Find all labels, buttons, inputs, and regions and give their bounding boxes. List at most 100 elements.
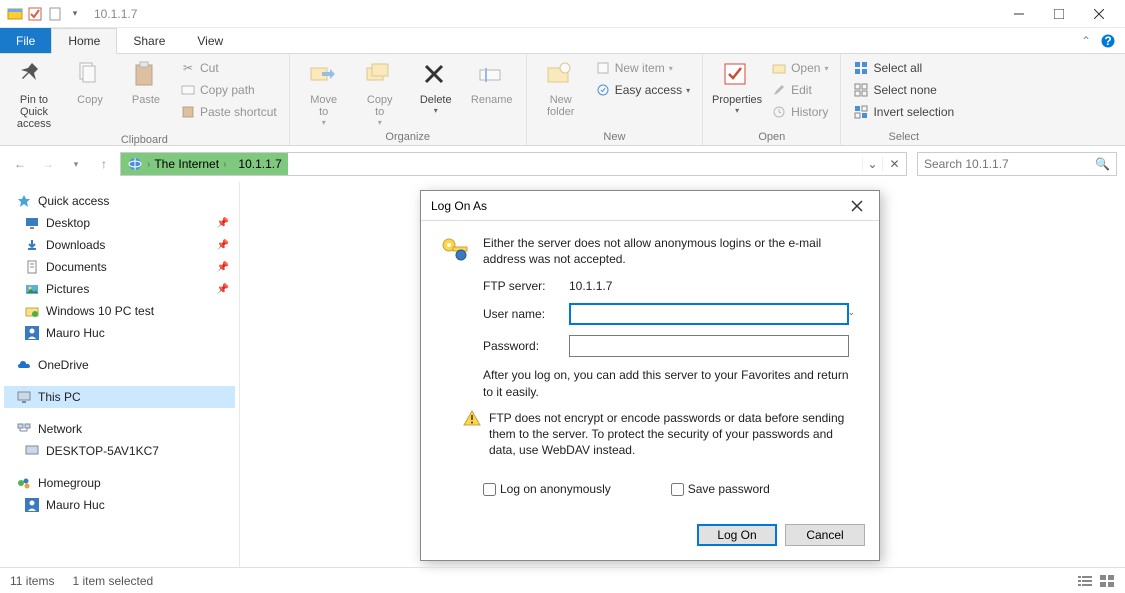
collapse-ribbon-icon[interactable]: ⌃ bbox=[1081, 34, 1091, 48]
sidebar-item-desktop[interactable]: Desktop📌 bbox=[4, 212, 235, 234]
search-icon[interactable]: 🔍 bbox=[1095, 157, 1110, 171]
logon-button[interactable]: Log On bbox=[697, 524, 777, 546]
rename-button[interactable]: Rename bbox=[466, 58, 518, 108]
cut-button[interactable]: ✂Cut bbox=[176, 58, 281, 78]
pin-icon: 📌 bbox=[217, 240, 229, 251]
minimize-button[interactable] bbox=[999, 0, 1039, 28]
sidebar-onedrive[interactable]: OneDrive bbox=[4, 354, 235, 376]
sidebar-quick-access[interactable]: Quick access bbox=[4, 190, 235, 212]
sidebar-this-pc[interactable]: This PC bbox=[4, 386, 235, 408]
save-password-checkbox[interactable]: Save password bbox=[671, 482, 770, 496]
search-box[interactable]: 🔍 bbox=[917, 152, 1117, 176]
edit-button[interactable]: Edit bbox=[767, 80, 832, 100]
ribbon-help: ⌃ ? bbox=[1081, 28, 1125, 53]
ribbon-tabs: File Home Share View ⌃ ? bbox=[0, 28, 1125, 54]
address-bar[interactable]: › The Internet › 10.1.1.7 ⌄ ✕ bbox=[120, 152, 907, 176]
invert-selection-button[interactable]: Invert selection bbox=[849, 102, 958, 122]
sidebar-homegroup[interactable]: Homegroup bbox=[4, 472, 235, 494]
user-icon bbox=[24, 325, 40, 341]
username-dropdown-icon[interactable]: ⌄ bbox=[847, 307, 855, 318]
address-root[interactable]: › The Internet › bbox=[121, 153, 232, 175]
user-icon bbox=[24, 497, 40, 513]
select-none-button[interactable]: Select none bbox=[849, 80, 958, 100]
details-view-button[interactable] bbox=[1077, 574, 1093, 588]
delete-button[interactable]: Delete▾ bbox=[410, 58, 462, 117]
search-input[interactable] bbox=[924, 157, 1095, 171]
select-all-button[interactable]: Select all bbox=[849, 58, 958, 78]
maximize-button[interactable] bbox=[1039, 0, 1079, 28]
easy-access-button[interactable]: Easy access ▾ bbox=[591, 80, 694, 100]
page-icon[interactable] bbox=[46, 5, 64, 23]
forward-button[interactable]: → bbox=[36, 152, 60, 176]
downloads-icon bbox=[24, 237, 40, 253]
dialog-body: Either the server does not allow anonymo… bbox=[421, 221, 879, 524]
ribbon-group-open: Properties▾ Open ▾ Edit History Open bbox=[703, 54, 841, 145]
paste-shortcut-button[interactable]: Paste shortcut bbox=[176, 102, 281, 122]
sidebar-item-pictures[interactable]: Pictures📌 bbox=[4, 278, 235, 300]
group-label-new: New bbox=[535, 129, 694, 143]
scissors-icon: ✂ bbox=[180, 60, 196, 76]
documents-icon bbox=[24, 259, 40, 275]
pin-to-quick-access-button[interactable]: Pin to Quick access bbox=[8, 58, 60, 132]
quick-access-toolbar: ▾ bbox=[6, 5, 84, 23]
close-button[interactable] bbox=[1079, 0, 1119, 28]
address-history-button[interactable]: ⌄ bbox=[862, 157, 882, 171]
cancel-button[interactable]: Cancel bbox=[785, 524, 865, 546]
anon-checkbox-input[interactable] bbox=[483, 483, 496, 496]
titlebar: ▾ 10.1.1.7 bbox=[0, 0, 1125, 28]
stop-refresh-button[interactable]: ✕ bbox=[882, 157, 906, 171]
breadcrumb-ip[interactable]: 10.1.1.7 bbox=[238, 157, 281, 171]
delete-icon bbox=[420, 60, 452, 92]
sidebar-network[interactable]: Network bbox=[4, 418, 235, 440]
copy-to-button[interactable]: Copy to▾ bbox=[354, 58, 406, 129]
copy-icon bbox=[74, 60, 106, 92]
pin-icon: 📌 bbox=[217, 262, 229, 273]
pc-icon bbox=[16, 389, 32, 405]
group-label-select: Select bbox=[849, 129, 958, 143]
dialog-close-button[interactable] bbox=[845, 194, 869, 218]
sidebar-item-downloads[interactable]: Downloads📌 bbox=[4, 234, 235, 256]
new-item-button[interactable]: New item ▾ bbox=[591, 58, 694, 78]
help-icon[interactable]: ? bbox=[1101, 34, 1115, 48]
edit-icon bbox=[771, 82, 787, 98]
window-controls bbox=[999, 0, 1119, 28]
properties-button[interactable]: Properties▾ bbox=[711, 58, 763, 117]
open-icon bbox=[771, 60, 787, 76]
path-icon bbox=[180, 82, 196, 98]
open-button[interactable]: Open ▾ bbox=[767, 58, 832, 78]
sidebar-item-user[interactable]: Mauro Huc bbox=[4, 322, 235, 344]
window-title: 10.1.1.7 bbox=[94, 7, 137, 21]
anon-checkbox[interactable]: Log on anonymously bbox=[483, 482, 611, 496]
qat-dropdown-icon[interactable]: ▾ bbox=[66, 5, 84, 23]
shortcut-icon bbox=[180, 104, 196, 120]
copy-button[interactable]: Copy bbox=[64, 58, 116, 108]
copy-path-button[interactable]: Copy path bbox=[176, 80, 281, 100]
ribbon-group-clipboard: Pin to Quick access Copy Paste ✂Cut Copy… bbox=[0, 54, 290, 145]
sidebar-item-custom-folder[interactable]: Windows 10 PC test bbox=[4, 300, 235, 322]
back-button[interactable]: ← bbox=[8, 152, 32, 176]
move-to-button[interactable]: Move to▾ bbox=[298, 58, 350, 129]
username-input[interactable] bbox=[569, 303, 849, 325]
new-folder-button[interactable]: New folder bbox=[535, 58, 587, 120]
sidebar-homegroup-user[interactable]: Mauro Huc bbox=[4, 494, 235, 516]
invert-icon bbox=[853, 104, 869, 120]
history-button[interactable]: History bbox=[767, 102, 832, 122]
paste-button[interactable]: Paste bbox=[120, 58, 172, 108]
address-leaf[interactable]: 10.1.1.7 bbox=[232, 153, 287, 175]
up-button[interactable]: ↑ bbox=[92, 152, 116, 176]
sidebar-network-pc[interactable]: DESKTOP-5AV1KC7 bbox=[4, 440, 235, 462]
ribbon-group-select: Select all Select none Invert selection … bbox=[841, 54, 966, 145]
breadcrumb-internet[interactable]: The Internet bbox=[154, 157, 219, 171]
tab-view[interactable]: View bbox=[181, 28, 239, 53]
sidebar-item-documents[interactable]: Documents📌 bbox=[4, 256, 235, 278]
recent-locations-button[interactable]: ▾ bbox=[64, 152, 88, 176]
password-input[interactable] bbox=[569, 335, 849, 357]
tab-share[interactable]: Share bbox=[117, 28, 181, 53]
navigation-pane: Quick access Desktop📌 Downloads📌 Documen… bbox=[0, 182, 240, 567]
tab-home[interactable]: Home bbox=[51, 28, 117, 54]
tab-file[interactable]: File bbox=[0, 28, 51, 53]
save-password-checkbox-input[interactable] bbox=[671, 483, 684, 496]
thumbnails-view-button[interactable] bbox=[1099, 574, 1115, 588]
ribbon-group-new: New folder New item ▾ Easy access ▾ New bbox=[527, 54, 703, 145]
checkbox-icon[interactable] bbox=[26, 5, 44, 23]
